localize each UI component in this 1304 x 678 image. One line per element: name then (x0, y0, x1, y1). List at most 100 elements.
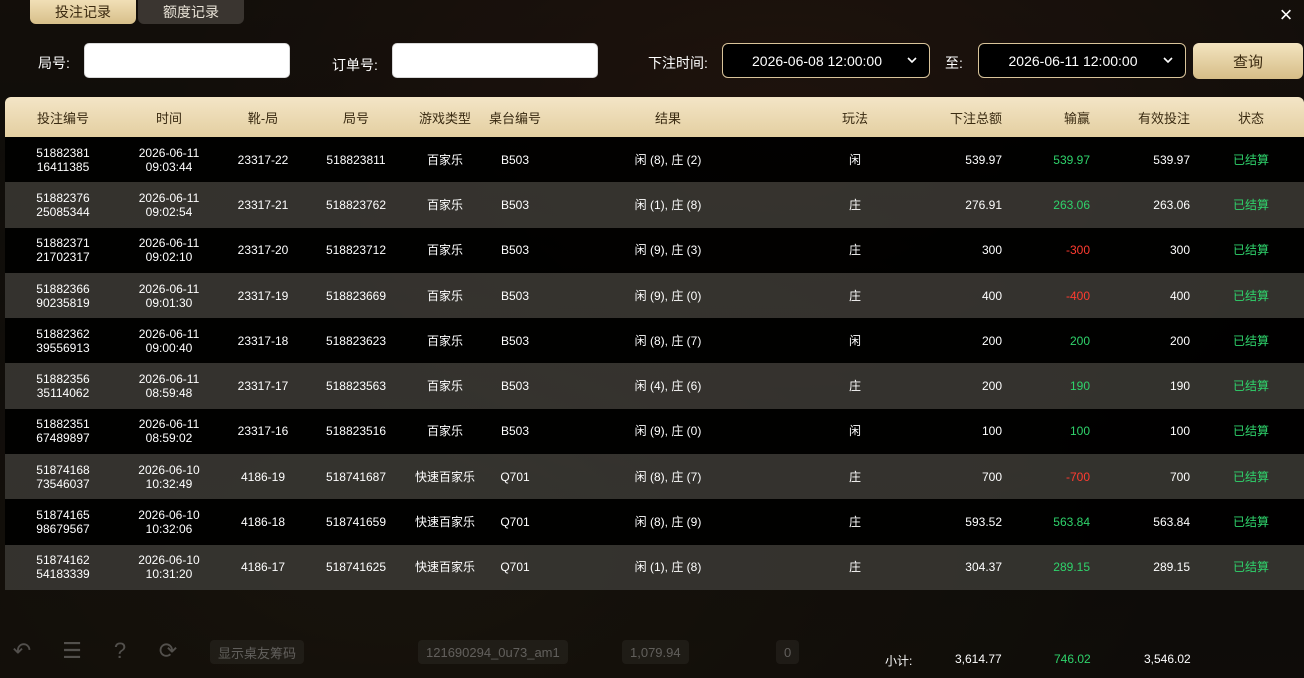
cell-total-bet-value: 400 (981, 288, 1002, 303)
cell-result: 闲 (9), 庄 (3) (608, 228, 728, 273)
cell-status: 已结算 (1221, 228, 1281, 273)
cell-win-loss: 289.15 (1005, 545, 1090, 590)
cell-win-loss: 190 (1005, 363, 1090, 408)
cell-shoe-round-value: 23317-16 (237, 424, 289, 439)
end-date-picker[interactable]: 2026-06-11 12:00:00 (978, 43, 1186, 78)
round-label: 局号: (38, 55, 70, 71)
cell-round-no: 518823623 (310, 318, 402, 363)
cell-time-time: 08:59:48 (145, 386, 193, 401)
cell-shoe-round: 23317-18 (217, 318, 309, 363)
tab-bet-records[interactable]: 投注记录 (30, 0, 136, 24)
cell-table-no: B503 (469, 228, 561, 273)
cell-status-value: 已结算 (1232, 197, 1269, 212)
col-valid-bet: 有效投注 (1137, 110, 1190, 126)
cell-round-no-value: 518823516 (325, 424, 387, 439)
cell-game-type-value: 百家乐 (426, 288, 463, 303)
cell-table-no: B503 (469, 137, 561, 182)
cell-bet-id-id1: 51882366 (36, 281, 90, 296)
order-label: 订单号: (332, 57, 378, 73)
chevron-down-icon (1163, 57, 1173, 64)
cell-total-bet: 200 (905, 363, 1002, 408)
cell-status: 已结算 (1221, 363, 1281, 408)
cell-bet-id-id2: 39556913 (36, 340, 90, 355)
cell-win-loss-value: 263.06 (1053, 197, 1090, 212)
cell-time-time: 10:31:20 (145, 567, 193, 582)
count-text: 0 (784, 644, 792, 660)
cell-bet-id-id1: 51882362 (36, 326, 90, 341)
cell-time-date: 2026-06-10 (138, 553, 200, 568)
search-bar: 局号: 订单号: 下注时间: 2026-06-08 12:00:00 至: 20… (0, 43, 1304, 79)
cell-time-date: 2026-06-11 (138, 326, 200, 341)
cell-table-no-value: B503 (500, 243, 530, 258)
cell-win-loss-value: 100 (1069, 424, 1090, 439)
cell-time: 2026-06-11 09:02:54 (123, 182, 215, 227)
start-date-picker[interactable]: 2026-06-08 12:00:00 (722, 43, 930, 78)
col-time: 时间 (155, 110, 182, 126)
cell-round-no: 518823516 (310, 409, 402, 454)
col-result: 结果 (654, 110, 681, 126)
cell-game-type-value: 快速百家乐 (414, 515, 475, 530)
cell-shoe-round: 4186-17 (217, 545, 309, 590)
order-input[interactable] (392, 43, 598, 78)
cell-bet-id: 51882381 16411385 (17, 137, 109, 182)
cell-win-loss: 100 (1005, 409, 1090, 454)
round-input[interactable] (84, 43, 290, 78)
cell-total-bet: 200 (905, 318, 1002, 363)
cell-play-value: 庄 (848, 197, 861, 212)
cell-valid-bet: 100 (1095, 409, 1190, 454)
cell-table-no: Q701 (469, 454, 561, 499)
cell-time-time: 10:32:49 (145, 476, 193, 491)
cell-result: 闲 (8), 庄 (2) (608, 137, 728, 182)
cell-bet-id-id2: 25085344 (36, 204, 90, 219)
cell-result-value: 闲 (8), 庄 (9) (634, 515, 702, 530)
cell-total-bet-value: 304.37 (965, 560, 1002, 575)
cell-time: 2026-06-11 09:00:40 (123, 318, 215, 363)
cell-result-value: 闲 (9), 庄 (0) (634, 288, 702, 303)
tab-credit-records[interactable]: 额度记录 (138, 0, 244, 24)
cell-result-value: 闲 (9), 庄 (0) (634, 424, 702, 439)
cell-game-type-value: 百家乐 (426, 243, 463, 258)
table-row: 51874168 73546037 2026-06-10 10:32:49 4186-1… (5, 454, 1304, 500)
cell-valid-bet: 263.06 (1095, 182, 1190, 227)
cell-total-bet: 304.37 (905, 545, 1002, 590)
cell-round-no: 518823563 (310, 363, 402, 408)
cell-round-no-value: 518823762 (325, 197, 387, 212)
cell-time: 2026-06-10 10:32:49 (123, 454, 215, 499)
cell-bet-id: 51874168 73546037 (17, 454, 109, 499)
cell-bet-id: 51874165 98679567 (17, 499, 109, 544)
cell-play: 庄 (815, 228, 895, 273)
cell-play-value: 闲 (848, 424, 861, 439)
cell-valid-bet-value: 289.15 (1153, 560, 1190, 575)
cell-status-value: 已结算 (1232, 560, 1269, 575)
cell-play-value: 庄 (848, 560, 861, 575)
to-label: 至: (945, 55, 963, 71)
cell-time-date: 2026-06-11 (138, 417, 200, 432)
history-icon: ☰ (62, 638, 82, 663)
close-icon[interactable]: × (1274, 4, 1298, 28)
cell-result: 闲 (9), 庄 (0) (608, 409, 728, 454)
record-tabs: 投注记录 额度记录 (30, 0, 244, 24)
col-round-no: 局号 (342, 110, 369, 126)
cell-table-no: B503 (469, 409, 561, 454)
cell-bet-id-id1: 51874165 (36, 508, 90, 523)
cell-table-no-value: B503 (500, 288, 530, 303)
cell-win-loss: 539.97 (1005, 137, 1090, 182)
col-table-no: 桌台编号 (488, 110, 541, 126)
cell-win-loss: 200 (1005, 318, 1090, 363)
query-button[interactable]: 查询 (1193, 43, 1303, 79)
cell-game-type-value: 快速百家乐 (414, 560, 475, 575)
cell-time-date: 2026-06-10 (138, 508, 200, 523)
cell-play-value: 庄 (848, 469, 861, 484)
cell-valid-bet: 200 (1095, 318, 1190, 363)
cell-total-bet: 593.52 (905, 499, 1002, 544)
table-row: 51874162 54183339 2026-06-10 10:31:20 4186-1… (5, 544, 1304, 590)
cell-total-bet-value: 300 (981, 243, 1002, 258)
cell-play: 庄 (815, 273, 895, 318)
cell-table-no: Q701 (469, 499, 561, 544)
table-row: 51882376 25085344 2026-06-11 09:02:54 23317-… (5, 182, 1304, 228)
cell-bet-id-id2: 21702317 (36, 250, 90, 265)
cell-win-loss-value: 539.97 (1053, 152, 1090, 167)
cell-result: 闲 (8), 庄 (9) (608, 499, 728, 544)
cell-win-loss-value: -400 (1065, 288, 1090, 303)
col-shoe-round: 靴-局 (247, 110, 279, 126)
